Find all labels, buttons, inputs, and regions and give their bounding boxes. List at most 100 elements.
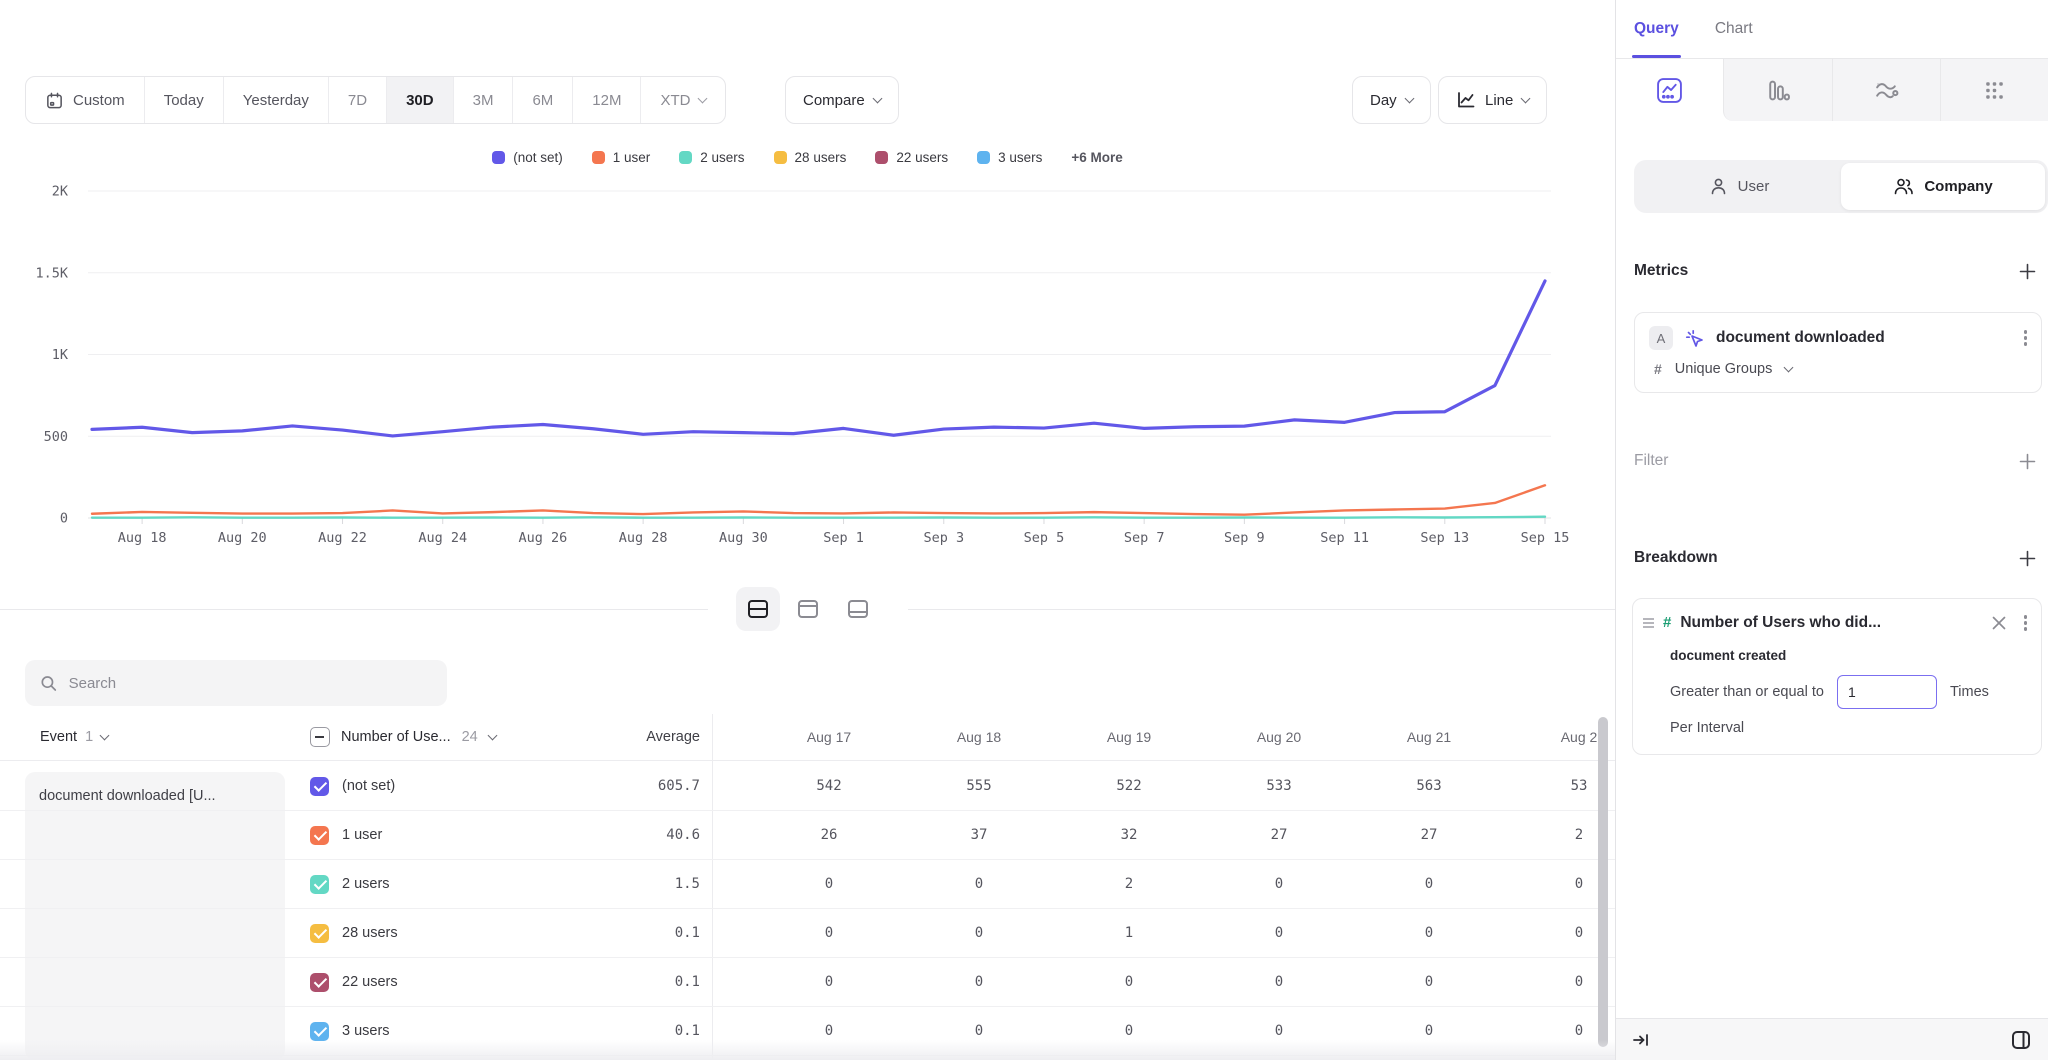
average-value: 0.1 bbox=[555, 1023, 700, 1039]
scope-user[interactable]: User bbox=[1637, 163, 1841, 210]
range-6m[interactable]: 6M bbox=[513, 77, 573, 123]
search-box bbox=[25, 660, 447, 706]
line-chart-icon bbox=[1456, 90, 1476, 110]
legend-item[interactable]: (not set) bbox=[492, 150, 563, 165]
metric-card[interactable]: A document downloaded # Unique Groups bbox=[1634, 312, 2042, 393]
svg-text:500: 500 bbox=[44, 429, 68, 445]
svg-text:Aug 26: Aug 26 bbox=[519, 530, 568, 546]
breakdown-card[interactable]: # Number of Users who did... document cr… bbox=[1632, 598, 2042, 755]
date-range-bar: Custom Today Yesterday 7D 30D 3M 6M 12M … bbox=[25, 76, 726, 124]
chart-area: Custom Today Yesterday 7D 30D 3M 6M 12M … bbox=[0, 0, 1615, 1060]
table-row: 28 users 0.1 0 0 1 0 0 0 bbox=[0, 909, 1615, 958]
svg-text:Aug 30: Aug 30 bbox=[719, 530, 768, 546]
close-icon[interactable] bbox=[1992, 616, 2006, 630]
tab-chart[interactable]: Chart bbox=[1715, 0, 1753, 58]
analytics-app: Custom Today Yesterday 7D 30D 3M 6M 12M … bbox=[0, 0, 2048, 1060]
range-xtd[interactable]: XTD bbox=[641, 77, 725, 123]
average-value: 605.7 bbox=[555, 778, 700, 794]
line-chart[interactable]: 05001K1.5K2KAug 18Aug 20Aug 22Aug 24Aug … bbox=[0, 170, 1615, 570]
date-column-header: Aug 17 bbox=[754, 729, 904, 745]
chevron-down-icon bbox=[1404, 93, 1414, 103]
breakdown-value-input[interactable] bbox=[1837, 675, 1937, 709]
breakdown-unit-label: Times bbox=[1950, 684, 1989, 700]
range-custom[interactable]: Custom bbox=[26, 77, 145, 123]
series-swatch bbox=[492, 151, 505, 164]
svg-text:Sep 1: Sep 1 bbox=[823, 530, 864, 546]
chart-type-line[interactable] bbox=[1616, 59, 1723, 121]
side-panel-toggle-button[interactable] bbox=[2010, 1029, 2032, 1051]
series-swatch bbox=[592, 151, 605, 164]
add-filter-button[interactable] bbox=[2019, 453, 2036, 470]
svg-text:Aug 20: Aug 20 bbox=[218, 530, 267, 546]
range-12m[interactable]: 12M bbox=[573, 77, 641, 123]
range-7d[interactable]: 7D bbox=[329, 77, 387, 123]
breakdown-property-name: Number of Users who did... bbox=[1680, 614, 1881, 632]
table-row: 2 users 1.5 0 0 2 0 0 0 bbox=[0, 860, 1615, 909]
legend-more-link[interactable]: +6 More bbox=[1071, 150, 1122, 165]
drag-handle-icon[interactable] bbox=[1643, 618, 1654, 628]
legend-item[interactable]: 28 users bbox=[774, 150, 847, 165]
chart-type-matrix[interactable] bbox=[1940, 59, 2048, 121]
range-3m[interactable]: 3M bbox=[454, 77, 514, 123]
range-today[interactable]: Today bbox=[145, 77, 224, 123]
legend-item[interactable]: 22 users bbox=[875, 150, 948, 165]
select-all-checkbox[interactable] bbox=[310, 727, 330, 747]
series-checkbox[interactable] bbox=[310, 1022, 329, 1041]
chart-type-bar[interactable] bbox=[1723, 59, 1831, 121]
search-input[interactable] bbox=[69, 675, 432, 692]
chart-type-flow[interactable] bbox=[1832, 59, 1940, 121]
average-value: 0.1 bbox=[555, 925, 700, 941]
scope-company[interactable]: Company bbox=[1841, 163, 2045, 210]
chevron-down-icon bbox=[1521, 93, 1531, 103]
series-checkbox[interactable] bbox=[310, 826, 329, 845]
svg-text:Sep 3: Sep 3 bbox=[923, 530, 964, 546]
series-checkbox[interactable] bbox=[310, 875, 329, 894]
layout-chart-only-button[interactable] bbox=[786, 587, 830, 631]
metric-measure-selector[interactable]: # Unique Groups bbox=[1654, 361, 2029, 377]
bottom-panel-icon bbox=[846, 597, 870, 621]
event-column-header[interactable]: Event 1 bbox=[0, 729, 300, 745]
grid-dots-icon bbox=[1981, 77, 2008, 104]
flow-icon bbox=[1873, 77, 1900, 104]
panel-tabs: Query Chart bbox=[1616, 0, 2048, 59]
plus-icon bbox=[2019, 263, 2036, 280]
range-30d[interactable]: 30D bbox=[387, 77, 454, 123]
chevron-down-icon bbox=[487, 730, 497, 740]
breakdown-per-interval-label: Per Interval bbox=[1670, 720, 2029, 736]
range-yesterday[interactable]: Yesterday bbox=[224, 77, 329, 123]
compare-button[interactable]: Compare bbox=[785, 76, 899, 124]
svg-text:Aug 22: Aug 22 bbox=[318, 530, 367, 546]
metric-badge: A bbox=[1649, 326, 1673, 350]
svg-text:Sep 9: Sep 9 bbox=[1224, 530, 1265, 546]
svg-text:Sep 7: Sep 7 bbox=[1124, 530, 1165, 546]
add-metric-button[interactable] bbox=[2019, 263, 2036, 280]
breakdown-event-name: document created bbox=[1670, 648, 2029, 663]
series-checkbox[interactable] bbox=[310, 777, 329, 796]
chevron-down-icon bbox=[100, 730, 110, 740]
chart-type-dropdown[interactable]: Line bbox=[1438, 76, 1547, 124]
interval-dropdown[interactable]: Day bbox=[1352, 76, 1431, 124]
kebab-menu-icon[interactable] bbox=[2022, 328, 2030, 348]
layout-table-only-button[interactable] bbox=[836, 587, 880, 631]
date-column-header: Aug 19 bbox=[1054, 729, 1204, 745]
add-breakdown-button[interactable] bbox=[2019, 550, 2036, 567]
legend-item[interactable]: 2 users bbox=[679, 150, 744, 165]
svg-text:Aug 24: Aug 24 bbox=[418, 530, 467, 546]
average-value: 1.5 bbox=[555, 876, 700, 892]
plus-icon bbox=[2019, 550, 2036, 567]
series-column-header[interactable]: Number of Use... 24 bbox=[300, 727, 555, 747]
series-checkbox[interactable] bbox=[310, 924, 329, 943]
collapse-panel-button[interactable] bbox=[1632, 1031, 1650, 1049]
table-row: 1 user 40.6 26 37 32 27 27 2 bbox=[0, 811, 1615, 860]
series-checkbox[interactable] bbox=[310, 973, 329, 992]
date-column-header: Aug 21 bbox=[1354, 729, 1504, 745]
layout-split-button[interactable] bbox=[736, 587, 780, 631]
legend-item[interactable]: 3 users bbox=[977, 150, 1042, 165]
top-panel-icon bbox=[796, 597, 820, 621]
series-swatch bbox=[774, 151, 787, 164]
kebab-menu-icon[interactable] bbox=[2022, 613, 2030, 633]
query-panel: Query Chart bbox=[1615, 0, 2048, 1060]
vertical-scrollbar[interactable] bbox=[1598, 717, 1608, 1047]
tab-query[interactable]: Query bbox=[1634, 0, 1679, 58]
legend-item[interactable]: 1 user bbox=[592, 150, 651, 165]
